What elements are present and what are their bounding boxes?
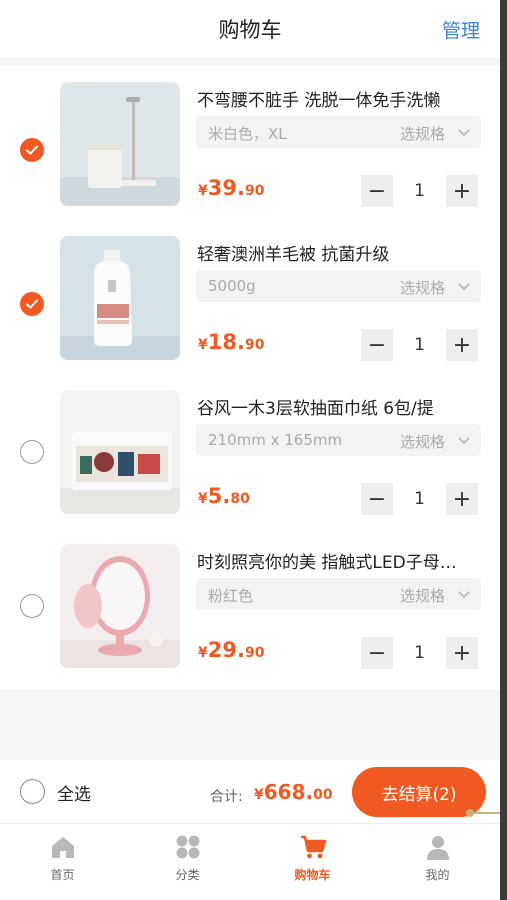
- quantity-decrease-button[interactable]: −: [361, 175, 393, 207]
- bottom-tab-bar: 首页 分类 购物车 我的: [0, 823, 500, 900]
- chevron-down-icon: [458, 591, 470, 599]
- spec-button-label: 选规格: [399, 125, 445, 143]
- spec-value: 5000g: [208, 277, 256, 295]
- price-currency: ¥: [198, 183, 208, 199]
- product-name[interactable]: 不弯腰不脏手 洗脱一体免手洗懒: [197, 86, 487, 111]
- check-icon: [26, 145, 38, 155]
- tab-cart[interactable]: 购物车: [250, 824, 375, 900]
- chevron-down-icon: [458, 437, 470, 445]
- select-all-label[interactable]: 全选: [57, 780, 91, 805]
- item-checkbox-checked[interactable]: [20, 138, 44, 162]
- tab-category-label: 分类: [175, 868, 200, 882]
- spec-button-label: 选规格: [399, 279, 445, 297]
- product-image[interactable]: [60, 82, 180, 206]
- quantity-increase-button[interactable]: +: [446, 637, 478, 669]
- page-title: 购物车: [218, 18, 282, 42]
- price-decimal: 90: [244, 645, 265, 661]
- spec-value: 210mm x 165mm: [208, 431, 343, 449]
- tab-profile-label: 我的: [425, 868, 450, 882]
- total-integer: 668.: [263, 780, 314, 804]
- profile-icon: [426, 836, 449, 860]
- quantity-decrease-button[interactable]: −: [361, 483, 393, 515]
- quantity-value[interactable]: 1: [393, 175, 446, 207]
- manage-button[interactable]: 管理: [442, 16, 480, 43]
- price-integer: 5.: [207, 484, 231, 508]
- price: ¥29.90: [198, 638, 264, 662]
- spec-selector[interactable]: 米白色，XL 选规格: [196, 116, 481, 148]
- cart-item: 时刻照亮你的美 指触式LED子母… 粉红色 选规格 ¥29.90 − 1 +: [0, 528, 500, 682]
- price-currency: ¥: [198, 645, 208, 661]
- item-checkbox-checked[interactable]: [20, 292, 44, 316]
- spec-selector[interactable]: 210mm x 165mm 选规格: [196, 424, 481, 456]
- price: ¥18.90: [198, 330, 264, 354]
- tab-cart-label: 购物车: [294, 868, 331, 882]
- spec-value: 米白色，XL: [208, 125, 287, 143]
- product-image[interactable]: [60, 390, 180, 514]
- product-image[interactable]: [60, 544, 180, 668]
- quantity-decrease-button[interactable]: −: [361, 637, 393, 669]
- product-name[interactable]: 轻奢澳洲羊毛被 抗菌升级: [197, 240, 487, 265]
- item-checkbox-unchecked[interactable]: [20, 594, 44, 618]
- spec-value: 粉红色: [208, 587, 254, 605]
- detergent-bottle-image: [60, 236, 180, 360]
- cart-item: 轻奢澳洲羊毛被 抗菌升级 5000g 选规格 ¥18.90 − 1 +: [0, 220, 500, 374]
- cart-item: 不弯腰不脏手 洗脱一体免手洗懒 米白色，XL 选规格 ¥39.90 − 1 +: [0, 66, 500, 220]
- total-label: 合计:: [210, 789, 243, 805]
- product-name[interactable]: 时刻照亮你的美 指触式LED子母…: [197, 548, 487, 573]
- spec-selector[interactable]: 5000g 选规格: [196, 270, 481, 302]
- cart-item: 谷风一木3层软抽面巾纸 6包/提 210mm x 165mm 选规格 ¥5.80…: [0, 374, 500, 528]
- checkout-bar: 全选 合计: ¥668.00 去结算(2): [0, 760, 500, 823]
- tab-home-label: 首页: [50, 868, 75, 882]
- home-icon: [51, 837, 74, 858]
- price-currency: ¥: [198, 491, 208, 507]
- spec-selector[interactable]: 粉红色 选规格: [196, 578, 481, 610]
- price-integer: 29.: [207, 638, 245, 662]
- select-all-checkbox[interactable]: [20, 779, 45, 804]
- quantity-value[interactable]: 1: [393, 329, 446, 361]
- quantity-increase-button[interactable]: +: [446, 175, 478, 207]
- category-icon: [176, 835, 199, 859]
- price-currency: ¥: [198, 337, 208, 353]
- spec-button-label: 选规格: [399, 433, 445, 451]
- price-decimal: 80: [230, 491, 250, 507]
- price-integer: 39.: [207, 176, 245, 200]
- total-decimal: 00: [313, 787, 333, 803]
- cart-list: 不弯腰不脏手 洗脱一体免手洗懒 米白色，XL 选规格 ¥39.90 − 1 +: [0, 66, 500, 690]
- item-checkbox-unchecked[interactable]: [20, 440, 44, 464]
- chevron-down-icon: [458, 129, 470, 137]
- price: ¥39.90: [198, 176, 264, 200]
- tab-profile[interactable]: 我的: [375, 824, 500, 900]
- quantity-value[interactable]: 1: [393, 637, 446, 669]
- quantity-value[interactable]: 1: [393, 483, 446, 515]
- quantity-decrease-button[interactable]: −: [361, 329, 393, 361]
- cart-icon: [300, 835, 326, 859]
- window-edge: [500, 0, 507, 900]
- tab-home[interactable]: 首页: [0, 824, 125, 900]
- price-integer: 18.: [207, 330, 245, 354]
- total-currency: ¥: [254, 787, 264, 803]
- product-image[interactable]: [60, 236, 180, 360]
- price: ¥5.80: [198, 484, 250, 508]
- led-mirror-image: [60, 544, 180, 668]
- mop-bucket-image: [60, 82, 180, 206]
- nav-header: 购物车 管理: [0, 0, 500, 58]
- check-icon: [26, 299, 38, 309]
- total-amount: ¥668.00: [254, 780, 333, 804]
- chevron-down-icon: [458, 283, 470, 291]
- quantity-increase-button[interactable]: +: [446, 483, 478, 515]
- price-decimal: 90: [244, 183, 265, 199]
- spec-button-label: 选规格: [399, 587, 445, 605]
- annotation-dot: [466, 809, 474, 817]
- price-decimal: 90: [244, 337, 265, 353]
- product-name[interactable]: 谷风一木3层软抽面巾纸 6包/提: [197, 394, 487, 419]
- tab-category[interactable]: 分类: [125, 824, 250, 900]
- tissue-box-image: [60, 390, 180, 514]
- quantity-increase-button[interactable]: +: [446, 329, 478, 361]
